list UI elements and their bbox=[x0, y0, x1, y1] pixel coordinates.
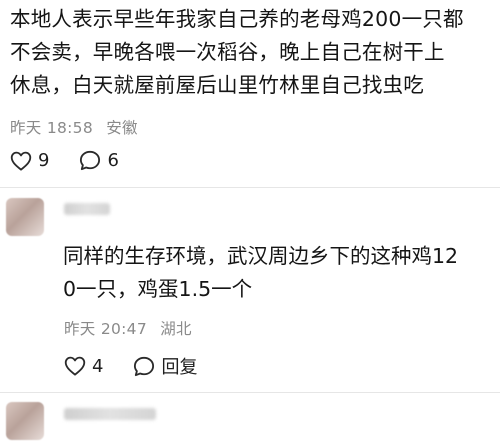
post-line: 本地人表示早些年我家自己养的老母鸡200一只都 bbox=[10, 7, 464, 31]
avatar[interactable] bbox=[6, 198, 44, 236]
comment-like-count: 4 bbox=[92, 355, 104, 377]
avatar[interactable] bbox=[6, 402, 44, 440]
post-content: 本地人表示早些年我家自己养的老母鸡200一只都 不会卖，早晚各喂一次稻谷，晚上自… bbox=[10, 3, 492, 102]
comment-location: 湖北 bbox=[160, 320, 192, 338]
speech-bubble-icon bbox=[80, 150, 101, 171]
post-line: 休息，白天就屋前屋后山里竹林里自己找虫吃 bbox=[10, 73, 424, 97]
username-redacted bbox=[64, 203, 110, 215]
heart-outline-icon bbox=[10, 151, 32, 171]
comment-reply-label: 回复 bbox=[161, 357, 198, 378]
divider bbox=[0, 187, 500, 188]
post-actions: 9 6 bbox=[10, 150, 149, 171]
comment-content: 同样的生存环境，武汉周边乡下的这种鸡12 0一只，鸡蛋1.5一个 bbox=[63, 240, 483, 306]
divider bbox=[0, 392, 500, 393]
comment-line: 0一只，鸡蛋1.5一个 bbox=[63, 277, 253, 301]
heart-outline-icon bbox=[64, 356, 86, 376]
speech-bubble-icon bbox=[134, 356, 155, 376]
post-like-count: 9 bbox=[38, 150, 50, 171]
username-redacted bbox=[64, 408, 156, 420]
comment-line: 同样的生存环境，武汉周边乡下的这种鸡12 bbox=[63, 244, 459, 268]
comment-actions: 4 回复 bbox=[64, 353, 227, 379]
comment-time: 昨天 20:47 bbox=[64, 320, 147, 338]
comment-reply-button[interactable]: 回复 bbox=[133, 353, 197, 379]
comment-like-button[interactable]: 4 bbox=[64, 356, 103, 377]
post-like-button[interactable]: 9 bbox=[10, 150, 49, 171]
post-location: 安徽 bbox=[106, 119, 138, 137]
post-comment-button[interactable]: 6 bbox=[79, 150, 119, 171]
post-meta: 昨天 18:58 安徽 bbox=[10, 116, 146, 138]
post-line: 不会卖，早晚各喂一次稻谷，晚上自己在树干上 bbox=[10, 40, 445, 64]
post-time: 昨天 18:58 bbox=[10, 119, 93, 137]
post-comment-count: 6 bbox=[107, 150, 119, 171]
comment-meta: 昨天 20:47 湖北 bbox=[64, 317, 200, 339]
